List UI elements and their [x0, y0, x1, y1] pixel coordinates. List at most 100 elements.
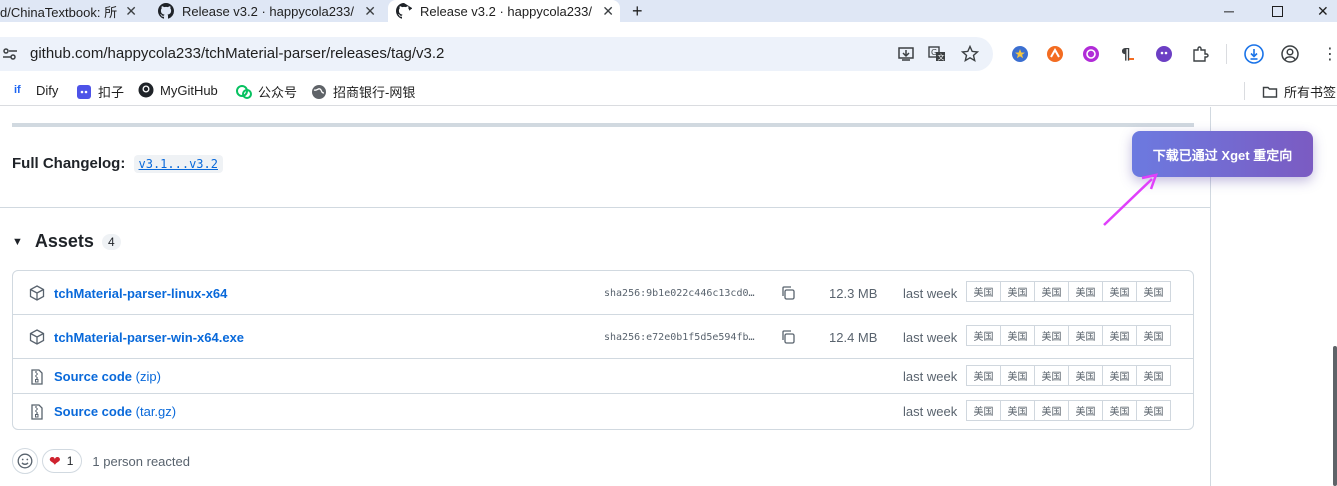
mirror-button[interactable]: 美国 [966, 365, 1001, 386]
bookmark-mygithub[interactable]: MyGitHub [138, 82, 218, 98]
close-icon[interactable]: ✕ [125, 3, 137, 20]
mirror-button[interactable]: 美国 [1068, 400, 1103, 421]
mirror-button[interactable]: 美国 [1068, 325, 1103, 346]
asset-link[interactable]: tchMaterial-parser-linux-x64 [54, 286, 227, 301]
mirror-buttons: 美国 美国 美国 美国 美国 美国 [966, 325, 1171, 346]
mirror-button[interactable]: 美国 [1136, 281, 1171, 302]
asset-link[interactable]: Source code (zip) [54, 369, 161, 384]
minimize-button[interactable]: ─ [1224, 0, 1244, 22]
mirror-button[interactable]: 美国 [1000, 400, 1035, 421]
svg-text:文: 文 [938, 53, 945, 62]
copy-icon[interactable] [780, 329, 796, 345]
tab-release-active[interactable]: Release v3.2 · happycola233/ ✕ [388, 0, 620, 22]
heart-reaction-button[interactable]: ❤ 1 [42, 449, 83, 473]
assets-header[interactable]: ▼ Assets 4 [12, 231, 121, 252]
maximize-button[interactable] [1272, 0, 1292, 22]
all-bookmarks-button[interactable]: 所有书签 [1262, 82, 1336, 101]
mirror-button[interactable]: 美国 [1136, 365, 1171, 386]
mirror-button[interactable]: 美国 [1034, 400, 1069, 421]
release-content: Full Changelog: v3.1...v3.2 ▼ Assets 4 t… [0, 107, 1210, 486]
asset-date: last week [903, 286, 958, 301]
scrollbar-thumb[interactable] [1333, 346, 1337, 486]
mirror-button[interactable]: 美国 [966, 325, 1001, 346]
asset-date: last week [903, 369, 958, 384]
package-icon [29, 329, 45, 345]
address-bar[interactable]: github.com/happycola233/tchMaterial-pars… [0, 37, 993, 71]
all-bookmarks-label: 所有书签 [1284, 85, 1337, 100]
mirror-button[interactable]: 美国 [1102, 325, 1137, 346]
changelog-label: Full Changelog: [12, 155, 126, 172]
mirror-button[interactable]: 美国 [1000, 365, 1035, 386]
file-zip-icon [31, 404, 43, 420]
arrow-icon [1103, 173, 1158, 226]
extension-purple-icon[interactable] [1082, 45, 1100, 63]
tab-title: Release v3.2 · happycola233/ [420, 3, 593, 19]
mirror-button[interactable]: 美国 [1136, 400, 1171, 421]
asset-row: tchMaterial-parser-linux-x64 sha256:9b1e… [13, 271, 1193, 315]
asset-link[interactable]: Source code (tar.gz) [54, 404, 176, 419]
profile-icon[interactable] [1281, 45, 1299, 63]
assets-count-badge: 4 [101, 233, 121, 250]
add-reaction-button[interactable] [12, 448, 38, 474]
mirror-button[interactable]: 美国 [1000, 325, 1035, 346]
download-icon[interactable] [1244, 44, 1264, 64]
reaction-count: 1 [66, 454, 74, 468]
mirror-button[interactable]: 美国 [1102, 400, 1137, 421]
mirror-button[interactable]: 美国 [1034, 325, 1069, 346]
wechat-icon [236, 84, 252, 99]
tab-title: Release v3.2 · happycola233/ [182, 3, 355, 19]
tab-release-1[interactable]: Release v3.2 · happycola233/ ✕ [150, 0, 382, 22]
mirror-button[interactable]: 美国 [1000, 281, 1035, 302]
bookmarks-divider [1244, 82, 1245, 100]
mirror-button[interactable]: 美国 [1102, 281, 1137, 302]
github-icon [396, 3, 412, 19]
mirror-button[interactable]: 美国 [1034, 281, 1069, 302]
extensions-puzzle-icon[interactable] [1191, 45, 1209, 63]
copy-icon[interactable] [780, 285, 796, 301]
changelog-compare-link[interactable]: v3.1...v3.2 [133, 155, 223, 173]
reactions-bar: ❤ 1 1 person reacted [12, 448, 190, 474]
menu-icon[interactable]: ⋮ [1322, 44, 1337, 64]
bookmark-dify[interactable]: if Dify [14, 82, 58, 98]
bookmark-coze[interactable]: 扣子 [76, 82, 124, 101]
mirror-button[interactable]: 美国 [1068, 365, 1103, 386]
asset-row: tchMaterial-parser-win-x64.exe sha256:e7… [13, 315, 1193, 359]
mirror-button[interactable]: 美国 [1102, 365, 1137, 386]
close-window-button[interactable]: ✕ [1317, 0, 1337, 22]
site-settings-icon[interactable] [2, 46, 18, 62]
mirror-button[interactable]: 美国 [1136, 325, 1171, 346]
extension-pilcrow-icon[interactable]: ¶ [1118, 45, 1136, 63]
tab-bar: d/ChinaTextbook: 所 ✕ Release v3.2 · happ… [0, 0, 1337, 22]
triangle-down-icon[interactable]: ▼ [12, 236, 23, 248]
bookmark-label: 招商银行-网银 [333, 85, 416, 100]
tab-china-textbook[interactable]: d/ChinaTextbook: 所 ✕ [0, 0, 143, 22]
translate-icon[interactable]: G文 [928, 45, 946, 63]
mirror-button[interactable]: 美国 [966, 400, 1001, 421]
asset-sha: sha256:9b1e022c446c13cd0… [604, 288, 755, 299]
section-divider [12, 123, 1194, 127]
plus-icon: + [632, 0, 643, 21]
extension-star-icon[interactable] [1011, 45, 1029, 63]
asset-row: Source code (zip) last week 美国 美国 美国 美国 … [13, 359, 1193, 394]
asset-link[interactable]: tchMaterial-parser-win-x64.exe [54, 330, 244, 345]
bookmark-cmb[interactable]: 招商银行-网银 [311, 82, 415, 101]
install-app-icon[interactable] [897, 45, 915, 63]
mirror-buttons: 美国 美国 美国 美国 美国 美国 [966, 365, 1171, 386]
maximize-icon [1272, 5, 1283, 17]
file-zip-icon [31, 369, 43, 385]
bookmark-star-icon[interactable] [961, 45, 979, 63]
extension-ghost-icon[interactable] [1155, 45, 1173, 63]
asset-row: Source code (tar.gz) last week 美国 美国 美国 … [13, 394, 1193, 429]
close-icon[interactable]: ✕ [364, 3, 376, 20]
toolbar-divider [1226, 44, 1227, 64]
mirror-button[interactable]: 美国 [966, 281, 1001, 302]
mirror-button[interactable]: 美国 [1034, 365, 1069, 386]
mirror-buttons: 美国 美国 美国 美国 美国 美国 [966, 281, 1171, 302]
bookmark-label: 公众号 [258, 85, 298, 100]
mirror-button[interactable]: 美国 [1068, 281, 1103, 302]
close-icon[interactable]: ✕ [602, 3, 614, 20]
bookmark-wechat[interactable]: 公众号 [236, 82, 297, 101]
extension-orange-icon[interactable] [1046, 45, 1064, 63]
asset-size: 12.3 MB [829, 286, 878, 301]
new-tab-button[interactable]: + [632, 0, 652, 22]
